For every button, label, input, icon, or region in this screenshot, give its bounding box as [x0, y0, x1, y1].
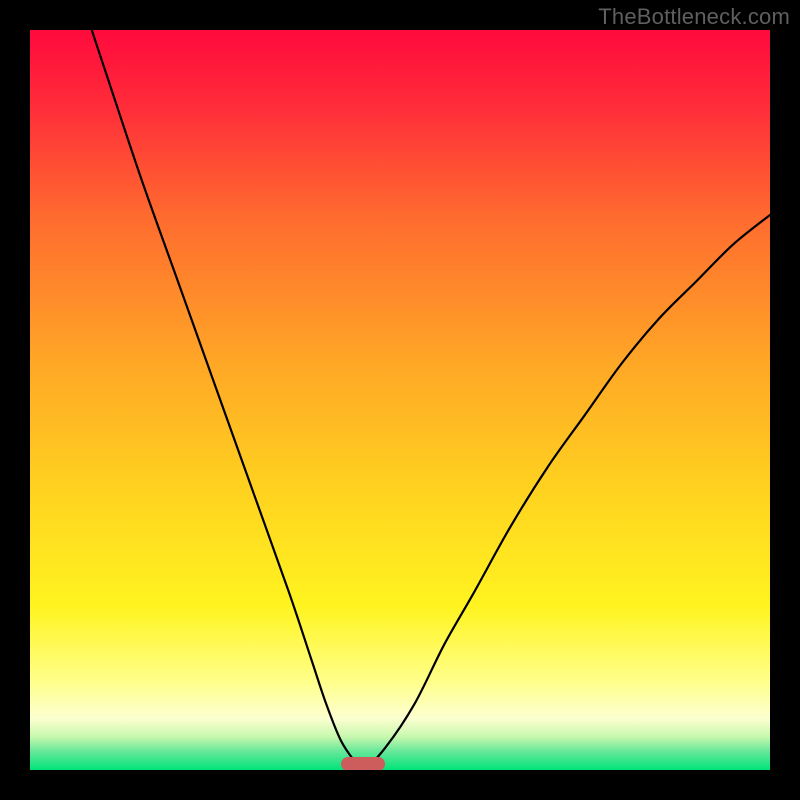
chart-frame: TheBottleneck.com [0, 0, 800, 800]
bottleneck-curve [30, 30, 770, 770]
plot-area [30, 30, 770, 770]
optimal-marker [341, 757, 385, 770]
watermark-text: TheBottleneck.com [598, 4, 790, 30]
